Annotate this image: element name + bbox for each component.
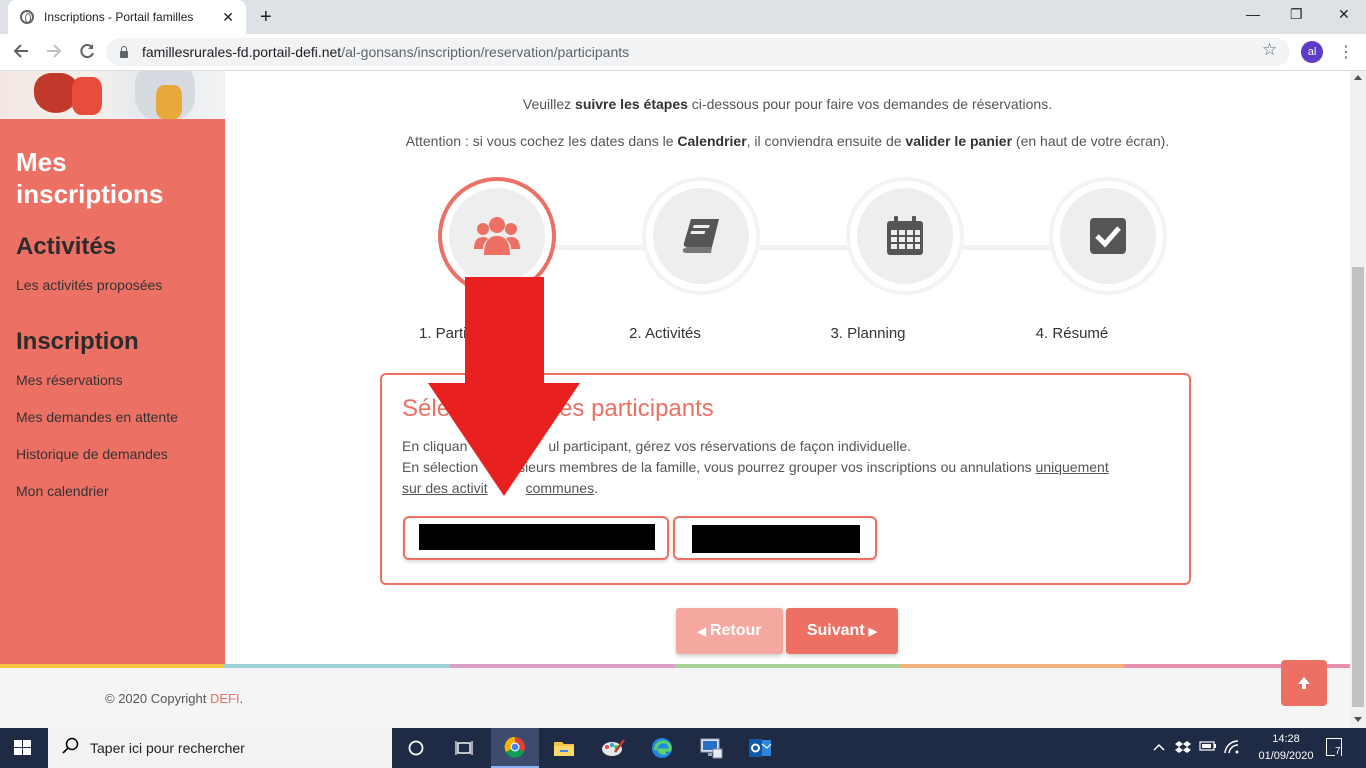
sidebar-link-calendrier[interactable]: Mon calendrier [16,483,109,499]
browser-tab-bar: Inscriptions - Portail familles ✕ + — ❐ … [0,0,1366,34]
scrollbar-thumb[interactable] [1352,267,1364,707]
search-placeholder: Taper ici pour rechercher [90,740,245,756]
step-planning[interactable] [846,177,964,295]
step-activites[interactable] [642,177,760,295]
forward-arrow-icon[interactable] [45,42,63,65]
sidebar-link-historique[interactable]: Historique de demandes [16,446,168,462]
sidebar-heading-inscription: Inscription [16,328,139,355]
window-close-button[interactable]: ✕ [1338,6,1350,23]
browser-toolbar: famillesrurales-fd.portail-defi.net/al-g… [0,34,1366,71]
footer: © 2020 Copyright DEFI. [0,668,1350,728]
defi-link[interactable]: DEFI [210,691,240,706]
annotation-arrow-head [428,383,580,496]
book-icon [682,219,719,253]
intro-text-warning: Attention : si vous cochez les dates dan… [405,133,1170,149]
sidebar-link-demandes-attente[interactable]: Mes demandes en attente [16,409,178,425]
address-bar[interactable]: famillesrurales-fd.portail-defi.net/al-g… [106,38,1290,66]
step-label-2: 2. Activités [629,325,701,342]
page-scrollbar[interactable] [1350,71,1366,728]
dropbox-icon[interactable] [1175,740,1191,757]
maximize-button[interactable]: ❐ [1290,6,1303,23]
edge-icon[interactable] [638,728,686,768]
windows-taskbar: Taper ici pour rechercher 14:28 01/09/20… [0,728,1366,768]
checkbox-icon [1090,218,1126,254]
sidebar: Mes inscriptions Activités Les activités… [0,71,225,666]
browser-tab[interactable]: Inscriptions - Portail familles ✕ [8,0,246,34]
intro-text-steps: Veuillez suivre les étapes ci-dessous po… [522,96,1053,112]
redacted-name [419,524,655,550]
sidebar-link-activites-proposees[interactable]: Les activités proposées [16,277,162,293]
copyright-text: © 2020 Copyright DEFI. [105,691,244,706]
arrow-up-icon [1298,677,1310,689]
step-resume[interactable] [1049,177,1167,295]
profile-avatar[interactable]: al [1301,41,1323,63]
next-button[interactable]: Suivant ▶ [786,608,898,654]
notification-count: 7 [1335,746,1341,757]
windows-start-icon[interactable] [14,740,32,756]
globe-icon [20,10,34,24]
new-tab-button[interactable]: + [260,6,272,29]
sidebar-heading-activites: Activités [16,233,117,260]
banner-image [0,71,225,119]
url-text: famillesrurales-fd.portail-defi.net/al-g… [142,44,630,60]
lock-icon[interactable] [120,45,128,58]
step-label-3: 3. Planning [830,325,906,342]
chrome-icon[interactable] [491,728,539,768]
users-icon [474,217,520,255]
tray-chevron-up-icon[interactable] [1153,740,1165,755]
bookmark-star-icon[interactable]: ☆ [1262,40,1277,60]
page-viewport: Mes inscriptions Activités Les activités… [0,71,1350,728]
scroll-down-arrow-icon[interactable] [1354,717,1362,722]
minimize-button[interactable]: — [1246,6,1260,22]
outlook-icon[interactable] [736,728,784,768]
step-progress-line [500,245,1100,250]
browser-menu-icon[interactable]: ⋮ [1338,42,1354,62]
scroll-to-top-button[interactable] [1281,660,1327,706]
taskbar-search-box[interactable]: Taper ici pour rechercher [48,728,392,768]
tab-title: Inscriptions - Portail familles [44,10,194,24]
cortana-icon[interactable] [392,728,440,768]
annotation-arrow-icon [465,277,544,385]
sidebar-link-mes-reservations[interactable]: Mes réservations [16,372,123,388]
system-clock[interactable]: 14:28 01/09/2020 [1258,731,1314,765]
redacted-name [692,525,860,553]
caret-left-icon: ◀ [697,625,706,638]
back-arrow-icon[interactable] [12,42,30,65]
scroll-up-arrow-icon[interactable] [1354,75,1362,80]
paint-icon[interactable] [589,728,637,768]
reload-icon[interactable] [78,42,96,65]
sidebar-title: Mes inscriptions [16,147,164,209]
back-button[interactable]: ◀ Retour [676,608,783,654]
file-explorer-icon[interactable] [540,728,588,768]
caret-right-icon: ▶ [868,625,878,638]
participant-button-1[interactable] [403,516,669,560]
remote-desktop-icon[interactable] [687,728,735,768]
calendar-icon [887,216,923,255]
task-view-icon[interactable] [440,728,488,768]
battery-icon[interactable] [1199,740,1217,755]
wifi-icon[interactable] [1224,740,1240,757]
participant-button-2[interactable] [673,516,877,560]
search-icon [62,737,80,760]
tab-close-icon[interactable]: ✕ [222,9,234,26]
step-label-4: 4. Résumé [1035,325,1109,342]
